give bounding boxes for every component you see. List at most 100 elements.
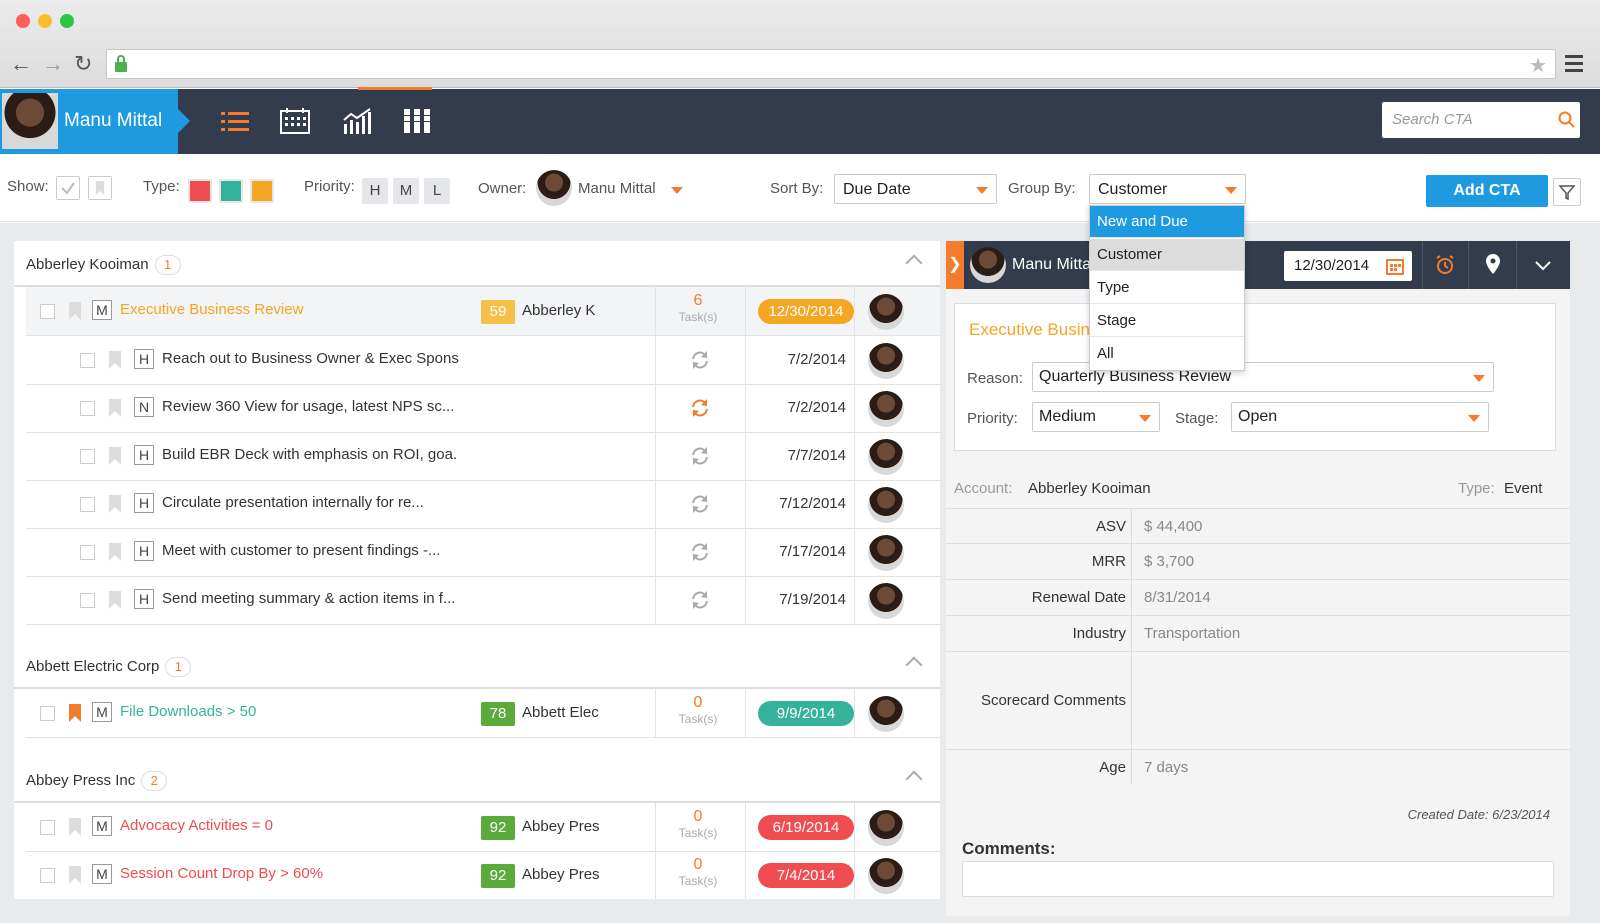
menu-item-new-and-due[interactable]: New and Due <box>1090 206 1244 238</box>
add-cta-button[interactable]: Add CTA <box>1426 175 1548 207</box>
bookmark-icon[interactable] <box>68 817 82 837</box>
cta-row[interactable]: M Advocacy Activities = 0 92 Abbey Pres 0 Tas… <box>26 803 940 852</box>
type-filter-risk[interactable] <box>188 179 212 203</box>
task-checkbox[interactable] <box>80 497 95 512</box>
bookmark-icon[interactable] <box>68 703 82 723</box>
task-count[interactable]: 0 Task(s) <box>655 856 741 888</box>
priority-select[interactable]: Medium <box>1032 402 1160 432</box>
sync-icon[interactable] <box>688 348 712 372</box>
owner-dropdown-caret[interactable] <box>671 187 683 194</box>
task-checkbox[interactable] <box>80 593 95 608</box>
cta-title[interactable]: Advocacy Activities = 0 <box>120 817 273 834</box>
search-input[interactable]: Search CTA <box>1382 102 1580 138</box>
cta-title[interactable]: File Downloads > 50 <box>120 703 256 720</box>
chevron-down-icon[interactable] <box>1534 260 1552 272</box>
group-header[interactable]: Abbey Press Inc 2 <box>14 757 940 803</box>
cta-row[interactable]: M Executive Business Review 59 Abberley K 6T… <box>26 287 940 336</box>
cta-title[interactable]: Executive Business Review <box>120 301 303 318</box>
filter-button[interactable] <box>1553 178 1581 206</box>
search-icon[interactable] <box>1558 111 1576 129</box>
back-icon[interactable]: ← <box>10 52 32 76</box>
priority-filter-low[interactable]: L <box>424 178 450 204</box>
menu-item-type[interactable]: Type <box>1090 272 1244 304</box>
calendar-view-icon[interactable] <box>278 104 312 138</box>
browser-menu-icon[interactable] <box>1565 55 1583 72</box>
sync-icon[interactable] <box>688 444 712 468</box>
stage-select[interactable]: Open <box>1231 402 1489 432</box>
list-view-icon[interactable] <box>218 104 252 138</box>
task-row[interactable]: H Build EBR Deck with emphasis on ROI, go… <box>26 432 940 481</box>
task-row[interactable]: H Circulate presentation internally for r… <box>26 480 940 529</box>
task-checkbox[interactable] <box>80 545 95 560</box>
bookmark-icon[interactable] <box>108 350 122 370</box>
task-checkbox[interactable] <box>80 353 95 368</box>
task-count[interactable]: 0 Task(s) <box>655 808 741 840</box>
calendar-icon[interactable] <box>1386 257 1404 275</box>
row-checkbox[interactable] <box>40 820 55 835</box>
reload-icon[interactable]: ↻ <box>74 52 92 76</box>
group-by-select[interactable]: Customer <box>1089 174 1246 204</box>
chevron-up-icon[interactable] <box>905 770 923 788</box>
group-header[interactable]: Abberley Kooiman 1 <box>14 241 940 287</box>
menu-item-customer[interactable]: Customer <box>1090 239 1244 271</box>
collapse-panel-button[interactable]: ❯ <box>946 241 964 289</box>
task-row[interactable]: H Send meeting summary & action items in … <box>26 576 940 625</box>
show-completed-toggle[interactable] <box>56 176 80 200</box>
user-profile[interactable]: Manu Mittal <box>0 89 190 154</box>
cta-row[interactable]: M Session Count Drop By > 60% 92 Abbey Pres… <box>26 851 940 899</box>
forward-icon[interactable]: → <box>42 52 64 76</box>
bookmark-icon[interactable] <box>108 446 122 466</box>
row-checkbox[interactable] <box>40 304 55 319</box>
task-row[interactable]: N Review 360 View for usage, latest NPS s… <box>26 384 940 433</box>
bookmark-icon[interactable] <box>108 494 122 514</box>
task-checkbox[interactable] <box>80 401 95 416</box>
bookmark-icon[interactable] <box>108 542 122 562</box>
task-count[interactable]: 6 Task(s) <box>655 292 741 324</box>
priority-filter-medium[interactable]: M <box>393 178 419 204</box>
location-pin-icon[interactable] <box>1484 253 1502 275</box>
task-title[interactable]: Meet with customer to present findings -… <box>162 542 440 559</box>
type-filter-opportunity[interactable] <box>219 179 243 203</box>
maximize-window-button[interactable] <box>60 14 74 28</box>
bookmark-icon[interactable] <box>108 590 122 610</box>
task-count[interactable]: 0 Task(s) <box>655 694 741 726</box>
priority-filter-high[interactable]: H <box>362 178 388 204</box>
show-bookmarked-toggle[interactable] <box>88 176 112 200</box>
detail-owner-name[interactable]: Manu Mittal <box>1012 256 1095 274</box>
bookmark-icon[interactable] <box>68 301 82 321</box>
row-checkbox[interactable] <box>40 868 55 883</box>
chart-view-icon[interactable] <box>340 104 374 138</box>
due-date-picker[interactable]: 12/30/2014 <box>1284 251 1412 281</box>
address-bar[interactable]: ★ <box>106 49 1556 79</box>
minimize-window-button[interactable] <box>38 14 52 28</box>
sync-icon[interactable] <box>688 492 712 516</box>
task-checkbox[interactable] <box>80 449 95 464</box>
alarm-icon[interactable] <box>1434 254 1456 276</box>
task-title[interactable]: Build EBR Deck with emphasis on ROI, goa… <box>162 446 457 463</box>
task-row[interactable]: H Meet with customer to present findings … <box>26 528 940 577</box>
close-window-button[interactable] <box>16 14 30 28</box>
board-view-icon[interactable] <box>400 104 434 138</box>
star-icon[interactable]: ★ <box>1529 53 1547 78</box>
sync-icon[interactable] <box>688 396 712 420</box>
sort-by-select[interactable]: Due Date <box>834 174 997 204</box>
row-checkbox[interactable] <box>40 706 55 721</box>
sync-icon[interactable] <box>688 540 712 564</box>
cta-row[interactable]: M File Downloads > 50 78 Abbett Elec 0 Task(s… <box>26 689 940 738</box>
group-header[interactable]: Abbett Electric Corp 1 <box>14 643 940 689</box>
menu-item-stage[interactable]: Stage <box>1090 305 1244 337</box>
task-row[interactable]: H Reach out to Business Owner & Exec Spon… <box>26 336 940 385</box>
task-title[interactable]: Send meeting summary & action items in f… <box>162 590 455 607</box>
cta-title[interactable]: Session Count Drop By > 60% <box>120 865 323 882</box>
task-title[interactable]: Review 360 View for usage, latest NPS sc… <box>162 398 454 415</box>
sync-icon[interactable] <box>688 588 712 612</box>
task-title[interactable]: Reach out to Business Owner & Exec Spons <box>162 350 459 367</box>
bookmark-icon[interactable] <box>108 398 122 418</box>
menu-item-all[interactable]: All <box>1090 338 1244 370</box>
owner-name[interactable]: Manu Mittal <box>578 180 656 197</box>
type-filter-event[interactable] <box>250 179 274 203</box>
bookmark-icon[interactable] <box>68 865 82 885</box>
task-title[interactable]: Circulate presentation internally for re… <box>162 494 424 511</box>
chevron-up-icon[interactable] <box>905 656 923 674</box>
comments-input[interactable] <box>962 861 1554 897</box>
